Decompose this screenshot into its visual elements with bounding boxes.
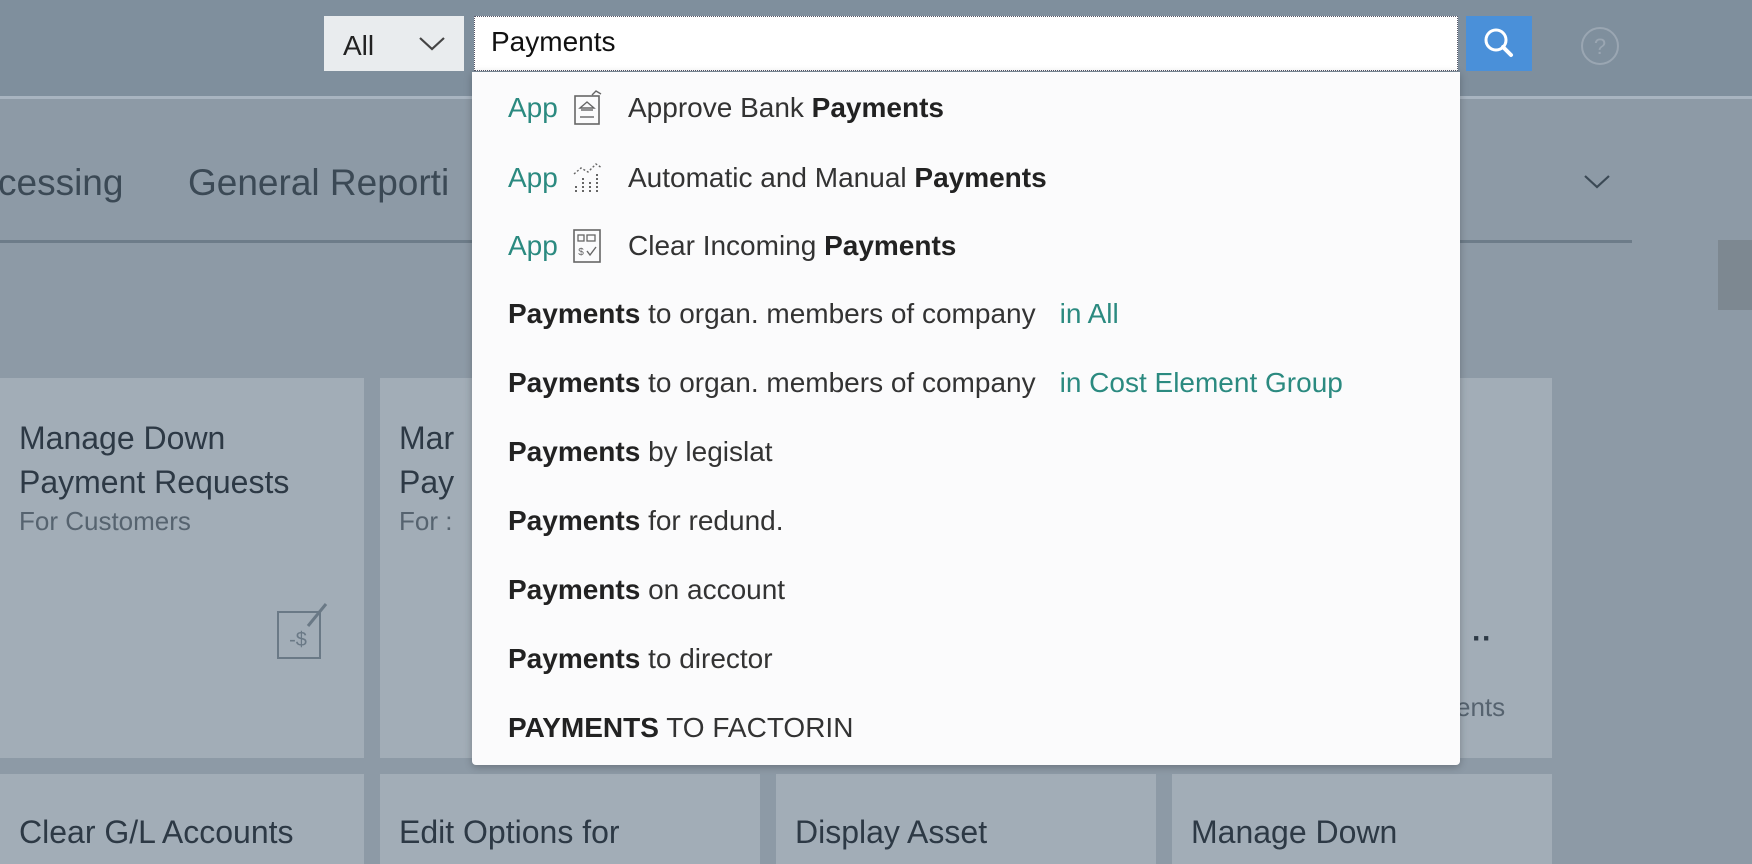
tile-title: Manage Down Payment Requests — [19, 420, 290, 500]
suggestion-item[interactable]: PAYMENTS TO FACTORIN — [508, 708, 1448, 748]
tile-display-asset[interactable]: Display Asset — [776, 774, 1156, 864]
app-tag: App — [508, 92, 558, 123]
tile-subtitle: For : — [399, 506, 453, 536]
tile-manage-down-payment-requests[interactable]: Manage Down Payment Requests For Custome… — [0, 378, 364, 758]
chevron-down-icon — [419, 37, 445, 51]
search-suggestions-dropdown: App Approve Bank Payments App Automatic … — [472, 72, 1460, 765]
svg-text:-$: -$ — [289, 629, 307, 651]
svg-text:?: ? — [1594, 34, 1606, 59]
suggestion-text: Payments to director — [508, 643, 773, 674]
suggestion-item[interactable]: App Automatic and Manual Payments — [508, 158, 1448, 198]
suggestion-text: Payments to organ. members of company — [508, 298, 1036, 329]
chart-icon — [573, 163, 603, 192]
search-input[interactable] — [489, 25, 1393, 59]
tile-title: Clear G/L Accounts — [19, 814, 294, 850]
app-tag: App — [508, 162, 558, 193]
tile-subtitle: ents — [1456, 692, 1506, 722]
suggestion-text: Payments on account — [508, 574, 786, 605]
tile-title: Edit Options for — [399, 814, 620, 850]
suggestion-text: Payments by legislat — [508, 436, 773, 467]
search-scope-value: All — [343, 30, 375, 61]
svg-text:$: $ — [578, 247, 584, 258]
suggestion-item[interactable]: Payments to director — [508, 639, 1448, 679]
search-scope-select[interactable]: All — [324, 16, 464, 71]
scrollbar-thumb[interactable] — [1718, 240, 1752, 310]
tile-edit-options[interactable]: Edit Options for — [380, 774, 760, 864]
suggestion-item[interactable]: Payments on account — [508, 570, 1448, 610]
suggestion-item[interactable]: Payments for redund. — [508, 501, 1448, 541]
more-icon: ·· — [1472, 622, 1492, 655]
suggestion-text: Clear Incoming Payments — [628, 230, 957, 261]
app-tag: App — [508, 230, 558, 261]
down-payment-icon: -$ — [277, 603, 328, 659]
suggestion-text: Approve Bank Payments — [628, 92, 944, 123]
chevron-down-icon[interactable] — [1582, 172, 1612, 192]
suggestion-item[interactable]: App $ Clear Incoming Payments — [508, 226, 1448, 266]
suggestion-item[interactable]: Payments by legislat — [508, 432, 1448, 472]
search-button[interactable] — [1466, 16, 1532, 71]
help-icon[interactable]: ? — [1580, 26, 1620, 66]
tile-title: Mar Pay — [399, 420, 455, 500]
search-field[interactable] — [474, 16, 1458, 71]
tile-clear-gl-accounts[interactable]: Clear G/L Accounts — [0, 774, 364, 864]
clear-document-icon: $ — [573, 229, 601, 263]
bank-approve-icon — [574, 90, 602, 125]
tile-subtitle: For Customers — [19, 506, 191, 536]
search-icon — [1484, 28, 1513, 57]
suggestion-text: Payments for redund. — [508, 505, 784, 536]
tile-title: Manage Down — [1191, 814, 1398, 850]
suggestion-text: PAYMENTS TO FACTORIN — [508, 712, 854, 743]
tab-general-reporting[interactable]: General Reporti — [188, 162, 449, 204]
suggestion-item[interactable]: Payments to organ. members of company in… — [508, 363, 1448, 403]
tab-processing[interactable]: cessing — [0, 162, 123, 204]
suggestion-scope: in Cost Element Group — [1059, 367, 1343, 398]
suggestion-item[interactable]: Payments to organ. members of company in… — [508, 294, 1448, 334]
tile-title: Display Asset — [795, 814, 988, 850]
suggestion-text: Payments to organ. members of company — [508, 367, 1036, 398]
suggestion-text: Automatic and Manual Payments — [628, 162, 1047, 193]
tile-manage-down[interactable]: Manage Down — [1172, 774, 1552, 864]
suggestion-item[interactable]: App Approve Bank Payments — [508, 88, 1448, 128]
suggestion-scope: in All — [1059, 298, 1119, 329]
